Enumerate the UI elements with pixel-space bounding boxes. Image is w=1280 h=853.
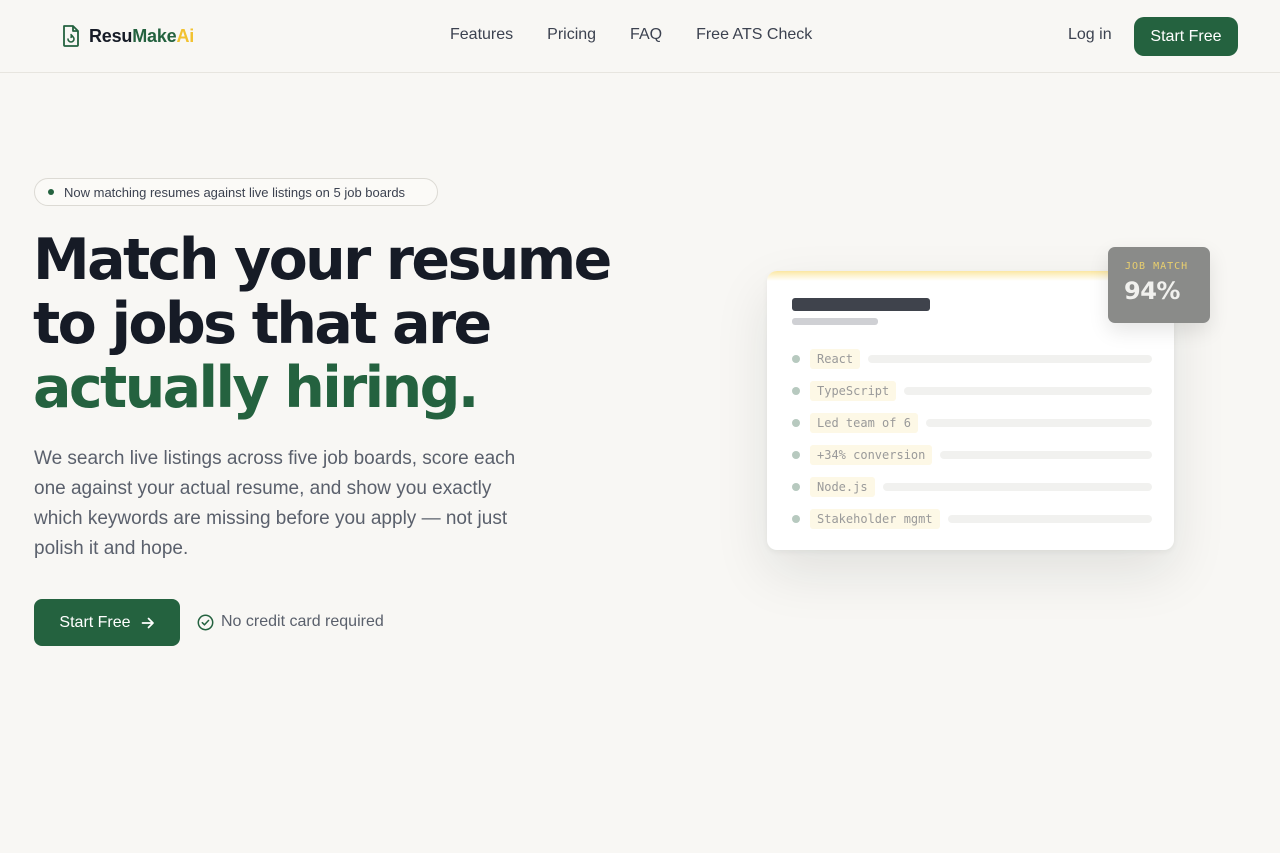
nav-start-free-button[interactable]: Start Free (1134, 17, 1238, 56)
nav-link-free-ats-check[interactable]: Free ATS Check (696, 26, 812, 44)
brand-logo[interactable]: ResuMakeAi (61, 24, 194, 48)
hero-headline: Match your resume to jobs that are actua… (33, 228, 653, 420)
keyword-row: Led team of 6 (792, 407, 1152, 439)
no-credit-card-text: No credit card required (221, 613, 384, 630)
keyword-row: Node.js (792, 471, 1152, 503)
check-circle-icon (197, 614, 214, 630)
top-navigation: ResuMakeAi Features Pricing FAQ Free ATS… (0, 0, 1280, 73)
keyword-chip: Node.js (810, 477, 875, 497)
text-placeholder-line (947, 515, 1152, 523)
brand-name: ResuMakeAi (89, 26, 194, 47)
keyword-row: React (792, 343, 1152, 375)
announcement-text: Now matching resumes against live listin… (64, 184, 406, 200)
keyword-row: Stakeholder mgmt (792, 503, 1152, 535)
bullet-icon (792, 419, 800, 427)
job-match-badge: JOB MATCH 94% (1108, 247, 1210, 323)
headline-line-1: Match your resume (33, 227, 612, 293)
headline-line-3: actually hiring. (33, 355, 479, 421)
keyword-list: React TypeScript Led team of 6 +34% conv… (792, 343, 1152, 535)
job-match-score: 94% (1124, 277, 1180, 305)
bullet-icon (792, 483, 800, 491)
resume-name-placeholder (792, 298, 930, 311)
nav-link-features[interactable]: Features (450, 26, 513, 44)
resume-subtitle-placeholder (792, 318, 878, 325)
status-dot-icon (48, 189, 54, 195)
bullet-icon (792, 451, 800, 459)
brand-name-part1: Resu (89, 25, 133, 46)
text-placeholder-line (882, 483, 1152, 491)
brand-name-part3: Ai (176, 25, 195, 46)
text-placeholder-line (904, 387, 1152, 395)
keyword-row: TypeScript (792, 375, 1152, 407)
keyword-chip: React (810, 349, 861, 369)
hero-start-free-button[interactable]: Start Free (34, 599, 180, 646)
bullet-icon (792, 515, 800, 523)
announcement-pill: Now matching resumes against live listin… (34, 178, 438, 206)
no-credit-card-note: No credit card required (197, 612, 384, 632)
keyword-chip: TypeScript (810, 381, 897, 401)
nav-links: Features Pricing FAQ Free ATS Check (450, 26, 812, 44)
arrow-right-icon (141, 617, 154, 628)
keyword-chip: Stakeholder mgmt (810, 509, 940, 529)
text-placeholder-line (925, 419, 1152, 427)
keyword-row: +34% conversion (792, 439, 1152, 471)
text-placeholder-line (868, 355, 1152, 363)
hero-subtext: We search live listings across five job … (34, 448, 516, 559)
hero-cta-label: Start Free (59, 613, 131, 631)
keyword-chip: +34% conversion (810, 445, 933, 465)
keyword-chip: Led team of 6 (810, 413, 918, 433)
bullet-icon (792, 355, 800, 363)
bullet-icon (792, 387, 800, 395)
nav-link-faq[interactable]: FAQ (630, 26, 662, 44)
brand-name-part2: Make (132, 25, 177, 46)
document-icon (63, 25, 79, 47)
login-link[interactable]: Log in (1068, 26, 1112, 44)
text-placeholder-line (940, 451, 1152, 459)
headline-line-2: to jobs that are (33, 291, 492, 357)
nav-link-pricing[interactable]: Pricing (547, 26, 596, 44)
job-match-label: JOB MATCH (1125, 261, 1189, 272)
